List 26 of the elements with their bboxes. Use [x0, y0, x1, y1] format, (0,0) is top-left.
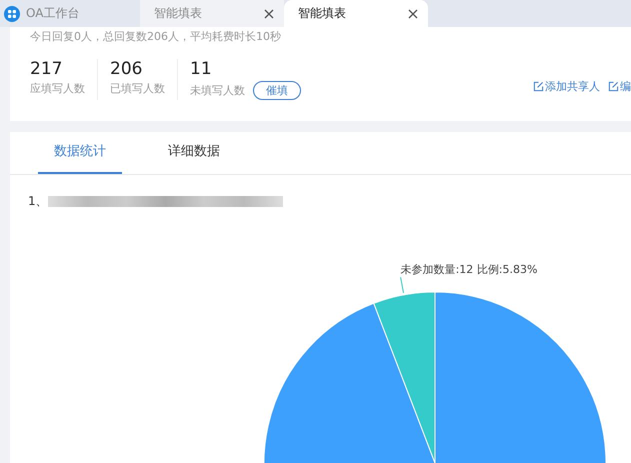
stat-label: 应填写人数 — [30, 81, 85, 96]
close-icon[interactable] — [264, 8, 274, 18]
tab-label: 智能填表 — [298, 5, 346, 22]
edit-icon — [608, 81, 619, 92]
stat-value: 206 — [110, 59, 144, 79]
summary-text: 今日回复0人，总回复数206人，平均耗费时长10秒 — [30, 29, 282, 43]
content-tab[interactable]: 详细数据 — [152, 132, 236, 174]
stat-value: 11 — [190, 59, 213, 79]
tab-label: OA工作台 — [26, 5, 80, 22]
slice-label: 未参加数量:12 比例:5.83% — [400, 263, 538, 276]
leader-line — [400, 276, 404, 294]
question-number: 1、 — [28, 193, 48, 210]
window-tab[interactable]: 智能填表 — [284, 0, 428, 27]
stat-label: 已填写人数 — [110, 81, 165, 96]
close-icon[interactable] — [408, 8, 418, 18]
edit-link[interactable]: 编 — [608, 79, 631, 94]
app-icon — [4, 6, 20, 22]
window-tab[interactable]: 智能填表 — [140, 0, 284, 27]
content-tab[interactable]: 数据统计 — [38, 132, 122, 174]
stat-value: 217 — [30, 59, 64, 79]
remind-button[interactable]: 催填 — [253, 81, 301, 100]
tab-label: 智能填表 — [154, 5, 202, 22]
edit-link[interactable]: 添加共享人 — [533, 79, 600, 94]
edit-icon — [533, 81, 544, 92]
window-tab[interactable]: OA工作台 — [0, 0, 140, 27]
stat-label: 未填写人数 — [190, 83, 245, 98]
